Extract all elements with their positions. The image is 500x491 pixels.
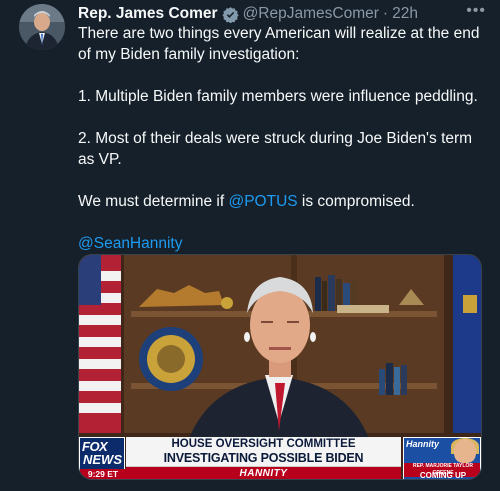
tv-chyron: FOX NEWS 9:29 ET HOUSE OVERSIGHT COMMITT… (79, 433, 481, 480)
tweet-media-image[interactable]: FOX NEWS 9:29 ET HOUSE OVERSIGHT COMMITT… (78, 254, 482, 480)
chyron-line-1: HOUSE OVERSIGHT COMMITTEE (171, 438, 356, 450)
tweet-header: Rep. James Comer @RepJamesComer · 22h ••… (78, 2, 486, 24)
verified-badge-icon (221, 6, 239, 23)
promo-coming-up: COMING UP (419, 471, 467, 480)
chyron-headline: HOUSE OVERSIGHT COMMITTEE INVESTIGATING … (126, 437, 401, 479)
promo-show-name: Hannity (406, 439, 440, 449)
mention-potus[interactable]: @POTUS (228, 193, 297, 210)
tweet-point-1: 1. Multiple Biden family members were in… (78, 88, 478, 105)
more-dots-icon[interactable]: ••• (466, 2, 486, 20)
fox-logo-bottom: NEWS (83, 452, 122, 467)
tweet-timestamp[interactable]: 22h (392, 5, 418, 23)
author-avatar[interactable] (19, 4, 65, 50)
mention-seanhannity[interactable]: @SeanHannity (78, 235, 183, 252)
determine-prefix: We must determine if (78, 193, 229, 210)
separator: · (382, 5, 389, 22)
show-name: HANNITY (126, 467, 401, 479)
author-handle[interactable]: @RepJamesComer (243, 5, 379, 23)
broadcast-clock: 9:29 ET (80, 469, 126, 479)
tweet-determine-line: We must determine if @POTUS is compromis… (78, 191, 488, 212)
coming-up-promo: Hannity REP. MARJORIE TAYLOR GREENE COMI… (403, 437, 481, 480)
tweet-text: There are two things every American will… (78, 23, 488, 254)
fox-news-logo: FOX NEWS 9:29 ET (79, 437, 126, 479)
determine-suffix: is compromised. (297, 193, 415, 210)
author-name[interactable]: Rep. James Comer (78, 5, 218, 23)
tweet-line-intro: There are two things every American will… (78, 25, 480, 63)
tweet-point-2: 2. Most of their deals were struck durin… (78, 130, 473, 168)
guest-face (454, 439, 476, 463)
